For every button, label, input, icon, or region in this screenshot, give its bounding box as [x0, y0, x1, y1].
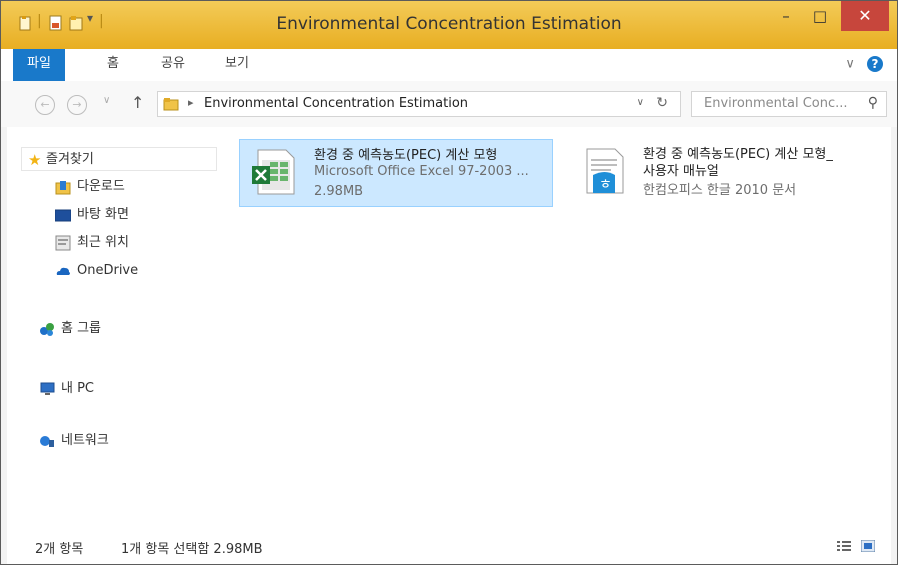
file-item-hwp[interactable]: ㅎ 환경 중 예측농도(PEC) 계산 모형_ 사용자 매뉴얼 한컴오피스 한글… — [569, 139, 869, 207]
minimize-button[interactable]: – — [769, 1, 803, 31]
large-icons-view-icon[interactable] — [861, 540, 875, 552]
file-size: 2.98MB — [314, 184, 364, 199]
window-title: Environmental Concentration Estimation — [276, 14, 622, 34]
desktop-icon — [55, 209, 71, 222]
tab-share[interactable]: 공유 — [149, 49, 197, 81]
refresh-icon[interactable]: ↻ — [656, 95, 668, 111]
file-name: 환경 중 예측농도(PEC) 계산 모형 — [314, 148, 498, 163]
sidebar-item-this-pc[interactable]: 내 PC — [39, 377, 94, 401]
sidebar-item-desktop[interactable]: 바탕 화면 — [55, 203, 129, 227]
folder-icon — [163, 98, 179, 111]
recent-places-icon — [55, 235, 71, 251]
maximize-button[interactable]: □ — [803, 1, 837, 31]
sidebar-item-homegroup[interactable]: 홈 그룹 — [39, 317, 101, 341]
breadcrumb-separator-icon[interactable]: ▸ — [188, 96, 194, 109]
file-list: 환경 중 예측농도(PEC) 계산 모형 Microsoft Office Ex… — [235, 127, 891, 528]
sidebar-item-recent[interactable]: 최근 위치 — [55, 231, 129, 255]
file-item-excel[interactable]: 환경 중 예측농도(PEC) 계산 모형 Microsoft Office Ex… — [239, 139, 553, 207]
star-icon: ★ — [28, 151, 42, 169]
title-bar: | ▾ | Environmental Concentration Estima… — [1, 1, 897, 49]
breadcrumb-path[interactable]: Environmental Concentration Estimation — [204, 96, 468, 111]
hwp-file-icon: ㅎ — [586, 148, 624, 194]
downloads-folder-icon — [55, 181, 71, 195]
explorer-window: | ▾ | Environmental Concentration Estima… — [0, 0, 898, 565]
status-bar: 2개 항목 1개 항목 선택함 2.98MB — [7, 528, 891, 564]
network-icon — [40, 436, 54, 447]
sidebar-label: 즐겨찾기 — [46, 152, 94, 167]
content-area: ★ 즐겨찾기 다운로드 바탕 화면 최근 위치 OneDrive 홈 그룹 내 … — [7, 127, 891, 564]
expand-ribbon-icon[interactable]: ∨ — [845, 57, 855, 72]
file-type: 한컴오피스 한글 2010 문서 — [643, 183, 797, 198]
item-count: 2개 항목 — [35, 542, 84, 557]
ribbon-tabs: 파일 홈 공유 보기 ∨ ? — [1, 49, 897, 82]
computer-icon — [40, 382, 55, 395]
sidebar-item-network[interactable]: 네트워크 — [39, 429, 109, 453]
forward-button[interactable]: → — [67, 95, 87, 115]
excel-file-icon — [252, 149, 295, 195]
svg-text:ㅎ: ㅎ — [599, 177, 612, 193]
sidebar-item-onedrive[interactable]: OneDrive — [55, 259, 138, 283]
navigation-pane: ★ 즐겨찾기 다운로드 바탕 화면 최근 위치 OneDrive 홈 그룹 내 … — [7, 127, 229, 528]
recent-locations-icon[interactable]: ∨ — [103, 95, 110, 106]
search-icon[interactable]: ⚲ — [868, 95, 878, 111]
search-input[interactable]: Environmental Conc... — [704, 96, 848, 111]
navigation-bar: ← → ∨ ↑ ▸ Environmental Concentration Es… — [1, 81, 897, 127]
onedrive-icon — [56, 267, 70, 275]
back-button[interactable]: ← — [35, 95, 55, 115]
details-view-icon[interactable] — [837, 540, 851, 552]
help-icon[interactable]: ? — [867, 56, 883, 72]
homegroup-icon — [40, 323, 54, 336]
search-box[interactable]: Environmental Conc... ⚲ — [691, 91, 887, 117]
address-dropdown-icon[interactable]: ∨ — [637, 97, 644, 108]
up-button[interactable]: ↑ — [131, 93, 144, 112]
sidebar-item-downloads[interactable]: 다운로드 — [55, 175, 125, 199]
selection-info: 1개 항목 선택함 2.98MB — [121, 542, 263, 557]
file-name-line2: 사용자 매뉴얼 — [643, 164, 719, 179]
file-type: Microsoft Office Excel 97-2003 ... — [314, 164, 529, 179]
sidebar-item-favorites[interactable]: ★ 즐겨찾기 — [21, 147, 217, 171]
address-bar[interactable]: ▸ Environmental Concentration Estimation… — [157, 91, 681, 117]
tab-home[interactable]: 홈 — [95, 49, 131, 81]
tab-view[interactable]: 보기 — [213, 49, 261, 81]
ribbon-right: ∨ ? — [845, 56, 883, 72]
close-button[interactable]: ✕ — [841, 1, 889, 31]
tab-file[interactable]: 파일 — [13, 49, 65, 81]
